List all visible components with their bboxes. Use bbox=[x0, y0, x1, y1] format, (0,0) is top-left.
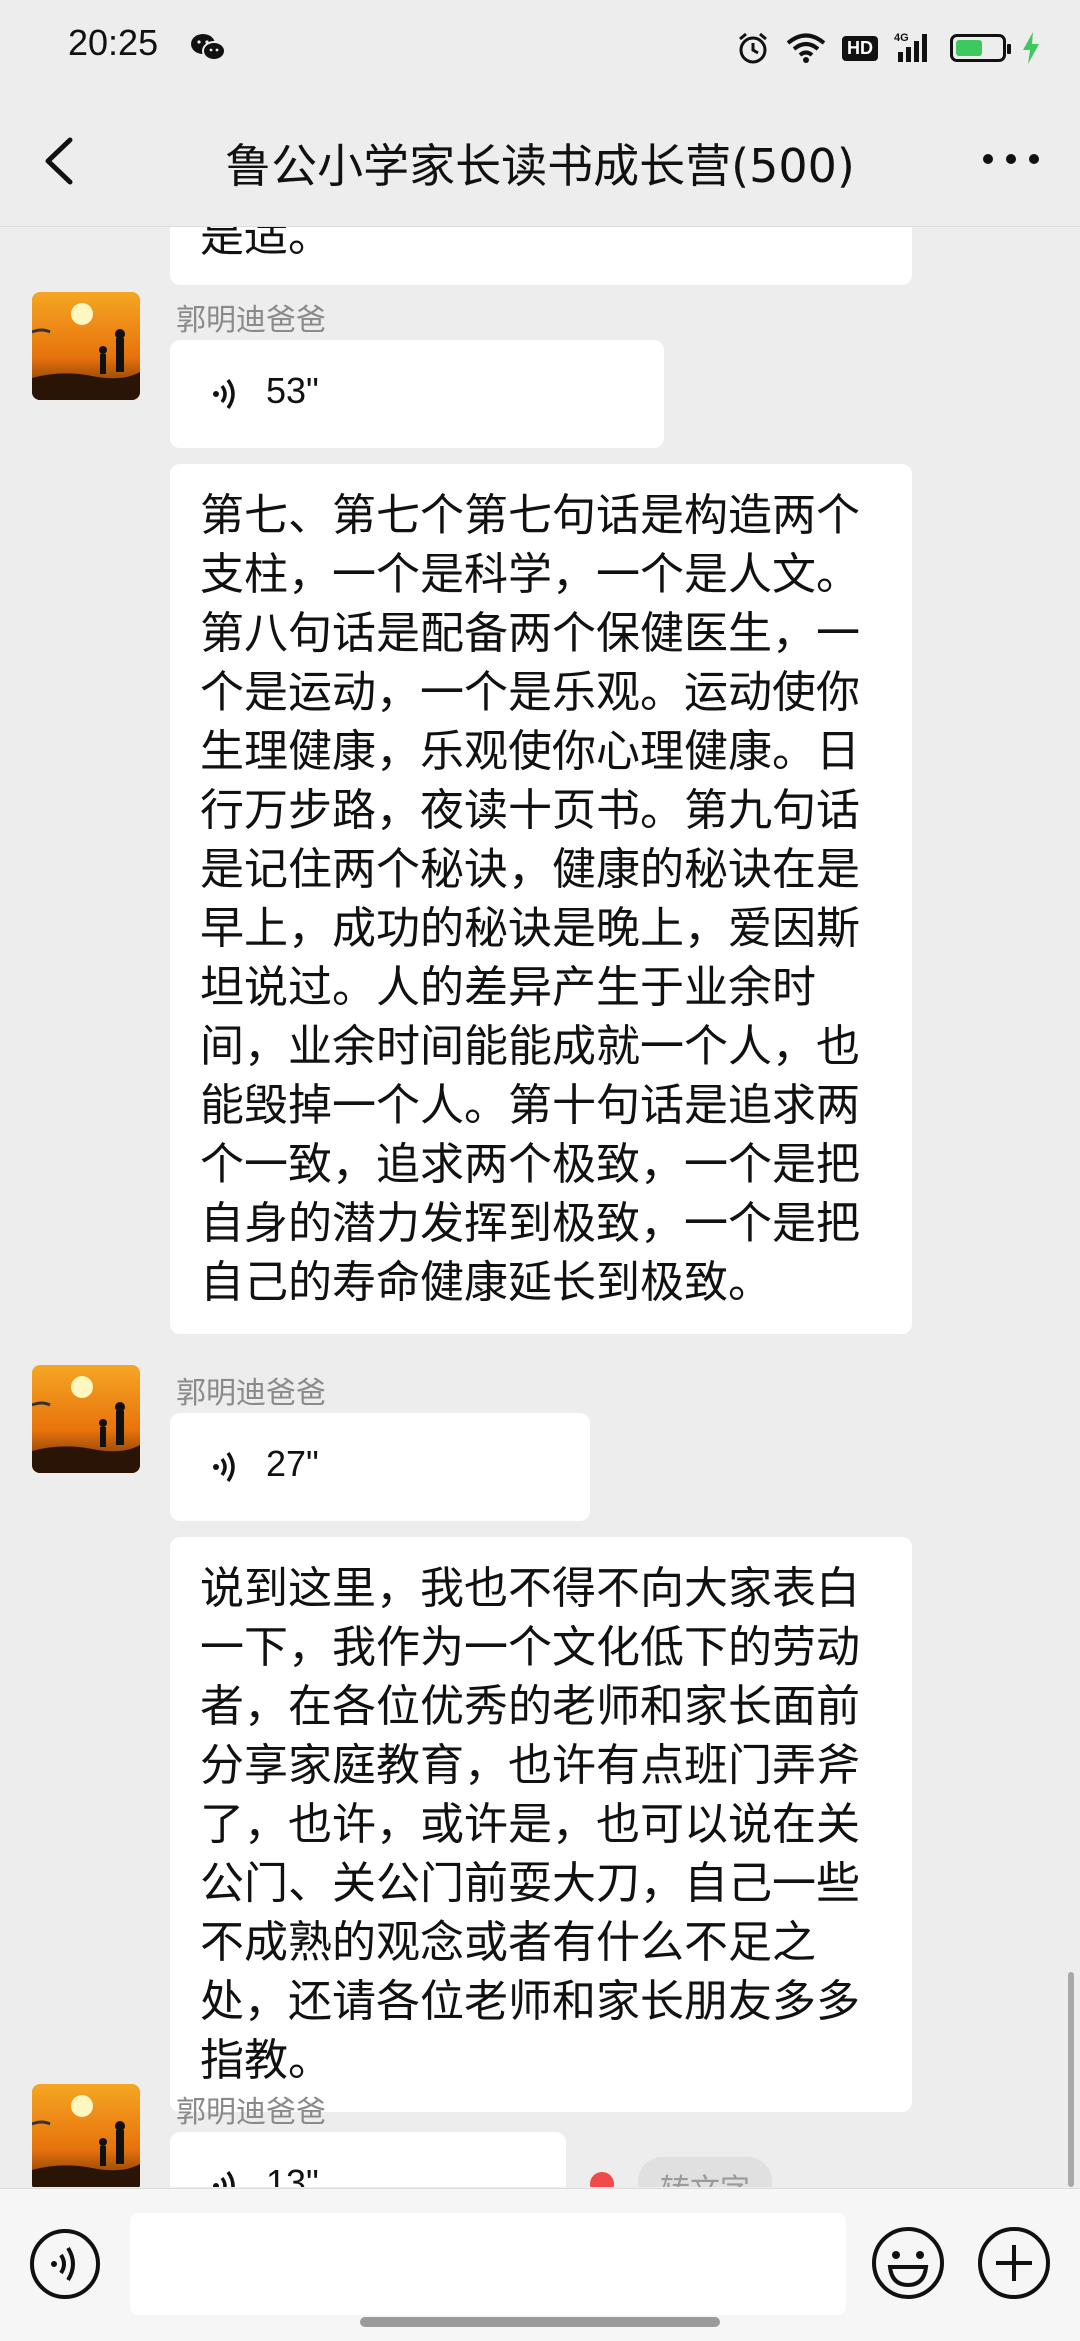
status-time: 20:25 bbox=[68, 22, 159, 63]
scrollbar[interactable] bbox=[1068, 1972, 1074, 2187]
chevron-left-icon[interactable] bbox=[36, 134, 86, 188]
voice-wave-icon bbox=[213, 2170, 235, 2187]
message-list[interactable]: 是适。 郭明迪爸爸 53" 第七、第七个第七句话是构造两个支柱，一个是科学，一个… bbox=[0, 227, 1080, 2187]
sender-name: 郭明迪爸爸 bbox=[176, 2095, 326, 2130]
sender-name: 郭明迪爸爸 bbox=[176, 1376, 326, 1411]
avatar[interactable] bbox=[32, 292, 140, 400]
sunset-avatar-icon bbox=[32, 2084, 140, 2187]
alarm-icon bbox=[739, 32, 767, 64]
plus-icon[interactable] bbox=[976, 2225, 1052, 2301]
more-dots-icon[interactable] bbox=[976, 144, 1046, 174]
voice-duration: 13" bbox=[266, 2162, 319, 2187]
voice-message-bubble[interactable]: 13" bbox=[170, 2132, 566, 2187]
avatar[interactable] bbox=[32, 1365, 140, 1473]
signal-icon: 4G bbox=[894, 32, 927, 62]
message-text-bubble[interactable]: 是适。 bbox=[170, 227, 912, 285]
message-text: 第七、第七个第七句话是构造两个支柱，一个是科学，一个是人文。第八句话是配备两个保… bbox=[200, 490, 860, 1308]
message-text: 是适。 bbox=[200, 227, 332, 262]
battery-level bbox=[956, 40, 983, 56]
message-input[interactable] bbox=[130, 2213, 846, 2315]
wifi-icon bbox=[786, 33, 826, 63]
message-text-bubble[interactable]: 说到这里，我也不得不向大家表白一下，我作为一个文化低下的劳动者，在各位优秀的老师… bbox=[170, 1537, 912, 2112]
sunset-avatar-icon bbox=[32, 292, 140, 400]
wechat-icon bbox=[191, 34, 226, 61]
group-title: 鲁公小学家长读书成长营(500) bbox=[225, 139, 855, 193]
input-bar bbox=[0, 2188, 1080, 2341]
voice-message-bubble[interactable]: 27" bbox=[170, 1413, 590, 1521]
emoji-icon[interactable] bbox=[870, 2225, 946, 2301]
network-label: 4G bbox=[894, 32, 909, 44]
message-text: 说到这里，我也不得不向大家表白一下，我作为一个文化低下的劳动者，在各位优秀的老师… bbox=[200, 1563, 860, 2086]
avatar[interactable] bbox=[32, 2084, 140, 2187]
status-bar: 20:25 HD 4G bbox=[0, 0, 1080, 96]
voice-toggle-icon[interactable] bbox=[28, 2227, 102, 2301]
charging-icon bbox=[1023, 32, 1039, 64]
sender-name: 郭明迪爸爸 bbox=[176, 303, 326, 338]
voice-duration: 53" bbox=[266, 370, 319, 411]
voice-wave-icon bbox=[213, 378, 235, 410]
unread-dot bbox=[590, 2172, 614, 2187]
sunset-avatar-icon bbox=[32, 1365, 140, 1473]
battery-icon bbox=[950, 34, 1011, 62]
message-text-bubble[interactable]: 第七、第七个第七句话是构造两个支柱，一个是科学，一个是人文。第八句话是配备两个保… bbox=[170, 464, 912, 1334]
voice-message-bubble[interactable]: 53" bbox=[170, 340, 664, 448]
hd-icon: HD bbox=[842, 35, 878, 61]
home-indicator[interactable] bbox=[360, 2317, 720, 2327]
voice-duration: 27" bbox=[266, 1443, 319, 1484]
transcribe-button[interactable]: 转文字 bbox=[638, 2157, 772, 2187]
voice-wave-icon bbox=[213, 1451, 235, 1483]
chat-header: 鲁公小学家长读书成长营(500) bbox=[0, 96, 1080, 227]
